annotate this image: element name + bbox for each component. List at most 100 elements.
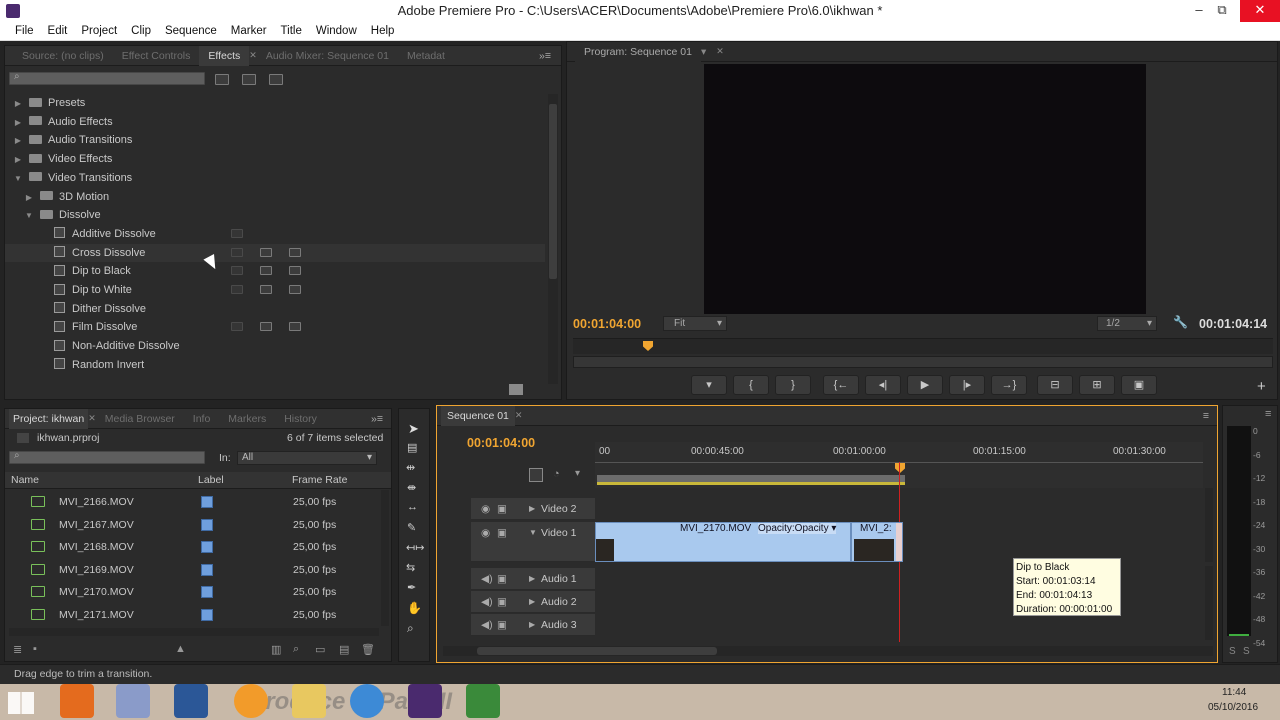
panel-menu-icon[interactable]: ≡ (1265, 408, 1271, 420)
go-to-in-button[interactable]: {← (823, 375, 859, 395)
track-header[interactable]: ◉ ▣ ▼ Video 1 (471, 522, 595, 562)
timeline-current-timecode[interactable]: 00:01:04:00 (467, 436, 535, 450)
menu-title[interactable]: Title (274, 25, 309, 37)
ripple-edit-tool-icon[interactable]: ⇹ (406, 461, 415, 474)
sync-lock-icon[interactable]: ▣ (497, 591, 507, 613)
effects-scrollbar[interactable] (548, 94, 558, 384)
column-label[interactable]: Label (198, 472, 224, 489)
clip-opacity-label[interactable]: Opacity:Opacity ▾ (758, 523, 837, 534)
label-color-swatch[interactable] (201, 496, 213, 508)
timeline-h-scrollbar[interactable] (443, 646, 1213, 656)
project-list-item[interactable]: MVI_2167.MOV 25,00 fps (5, 514, 377, 536)
media-player-taskbar-icon[interactable] (234, 684, 268, 718)
32bit-effects-icon[interactable] (242, 74, 256, 85)
tab-source[interactable]: Source: (no clips) (13, 50, 113, 62)
effects-tree-item[interactable]: ▶ Video Effects (5, 150, 545, 168)
expand-right-icon[interactable]: ▶ (13, 114, 23, 132)
close-button[interactable]: ✕ (1240, 0, 1280, 22)
track-header[interactable]: ◀) ▣ ▶ Audio 2 (471, 591, 595, 613)
timeline-clip[interactable]: MVI_2: (851, 522, 903, 562)
add-marker-icon[interactable]: ▾ (575, 468, 580, 479)
effects-tree-item[interactable]: Random Invert (5, 356, 545, 374)
tab-effect-controls[interactable]: Effect Controls (113, 50, 200, 62)
expand-right-icon[interactable]: ▶ (13, 151, 23, 169)
label-color-swatch[interactable] (201, 518, 213, 531)
sync-lock-icon[interactable]: ▣ (497, 568, 507, 590)
resolution-select[interactable]: 1/2 ▾ (1097, 316, 1157, 331)
automate-icon[interactable]: ▥ (271, 643, 281, 656)
effects-tree-item[interactable]: Dither Dissolve (5, 300, 545, 318)
expand-down-icon[interactable]: ▼ (13, 170, 23, 188)
eye-icon[interactable]: ◉ (481, 498, 490, 520)
solo-button[interactable]: S (1243, 646, 1250, 657)
expand-right-icon[interactable]: ▶ (529, 568, 535, 590)
effects-search-input[interactable]: ⌕ (9, 71, 205, 85)
track-header[interactable]: ◀) ▣ ▶ Audio 1 (471, 568, 595, 590)
close-tab-icon[interactable]: ✕ (515, 410, 523, 421)
project-list-item[interactable]: MVI_2170.MOV 25,00 fps (5, 581, 377, 603)
file-explorer-taskbar-icon[interactable] (292, 684, 326, 718)
step-forward-button[interactable]: |▸ (949, 375, 985, 395)
panel-menu-icon[interactable]: »≡ (539, 50, 551, 62)
project-list-item[interactable]: MVI_2168.MOV 25,00 fps (5, 536, 377, 558)
expand-right-icon[interactable]: ▶ (13, 95, 23, 113)
menu-file[interactable]: File (8, 25, 41, 37)
expand-right-icon[interactable]: ▶ (529, 591, 535, 613)
expand-down-icon[interactable]: ▼ (24, 207, 34, 225)
chrome-taskbar-icon[interactable] (350, 684, 384, 718)
track-header[interactable]: ◀) ▣ ▶ Audio 3 (471, 614, 595, 636)
effects-tree-item[interactable]: Additive Dissolve (5, 225, 545, 243)
timeline-h-scrollbar-thumb[interactable] (477, 647, 717, 655)
track-select-tool-icon[interactable]: ▤ (407, 441, 417, 454)
linked-selection-icon[interactable]: ◔ (553, 468, 560, 480)
audio-track-scrollbar[interactable] (1205, 566, 1213, 640)
expand-right-icon[interactable]: ▶ (13, 132, 23, 150)
play-button[interactable]: ▶ (907, 375, 943, 395)
solo-button[interactable]: S (1229, 646, 1236, 657)
button-editor-icon[interactable]: + (1257, 378, 1266, 395)
icon-view-icon[interactable]: ▪ (33, 643, 37, 655)
menu-clip[interactable]: Clip (124, 25, 158, 37)
effects-scrollbar-thumb[interactable] (549, 104, 557, 279)
playhead-icon[interactable] (895, 463, 905, 473)
panel-menu-icon[interactable]: »≡ (371, 413, 383, 425)
label-color-swatch[interactable] (201, 563, 213, 576)
playhead-icon[interactable] (643, 341, 653, 351)
expand-right-icon[interactable]: ▶ (529, 498, 535, 520)
mark-out-button[interactable]: } (775, 375, 811, 395)
razor-tool-icon[interactable]: ✎ (407, 521, 416, 534)
find-icon[interactable]: ⌕ (293, 643, 299, 656)
start-button-icon[interactable] (8, 692, 34, 714)
hand-tool-icon[interactable]: ✋ (407, 601, 422, 615)
rate-stretch-tool-icon[interactable]: ↔ (407, 501, 418, 513)
column-frame-rate[interactable]: Frame Rate (292, 472, 347, 489)
program-current-timecode[interactable]: 00:01:04:00 (573, 317, 641, 331)
effects-tree-item[interactable]: ▶ Audio Effects (5, 113, 545, 131)
menu-sequence[interactable]: Sequence (158, 25, 224, 37)
effects-tree-item[interactable]: ▶ Presets (5, 94, 545, 112)
sync-lock-icon[interactable]: ▣ (497, 614, 507, 636)
sync-lock-icon[interactable]: ▣ (497, 522, 507, 544)
zoom-slider-icon[interactable]: ▲ (175, 643, 186, 655)
premiere-taskbar-icon[interactable] (408, 684, 442, 718)
in-select[interactable]: All ▾ (237, 451, 377, 465)
tab-effects[interactable]: Effects (199, 45, 250, 66)
new-item-icon[interactable]: ▤ (339, 643, 349, 656)
effects-tree-item[interactable]: Non-Additive Dissolve (5, 337, 545, 355)
label-color-swatch[interactable] (201, 586, 213, 598)
project-list-item[interactable]: MVI_2171.MOV 25,00 fps (5, 604, 377, 626)
effects-tree-item[interactable]: ▼ Dissolve (5, 206, 545, 224)
menu-help[interactable]: Help (364, 25, 402, 37)
list-view-icon[interactable]: ≣ (13, 643, 22, 656)
maximize-button[interactable]: ⧉ (1208, 0, 1236, 22)
transition-dip-to-black[interactable] (896, 523, 902, 561)
export-frame-button[interactable]: ▣ (1121, 375, 1157, 395)
close-tab-icon[interactable]: ✕ (88, 413, 96, 424)
effects-tree-item[interactable]: Film Dissolve (5, 318, 545, 336)
project-h-scrollbar[interactable] (9, 628, 379, 636)
project-list-item[interactable]: MVI_2169.MOV 25,00 fps (5, 559, 377, 581)
label-color-swatch[interactable] (201, 541, 213, 553)
word-taskbar-icon[interactable] (174, 684, 208, 718)
tab-media-browser[interactable]: Media Browser (96, 413, 184, 425)
yuv-effects-icon[interactable] (269, 74, 283, 85)
